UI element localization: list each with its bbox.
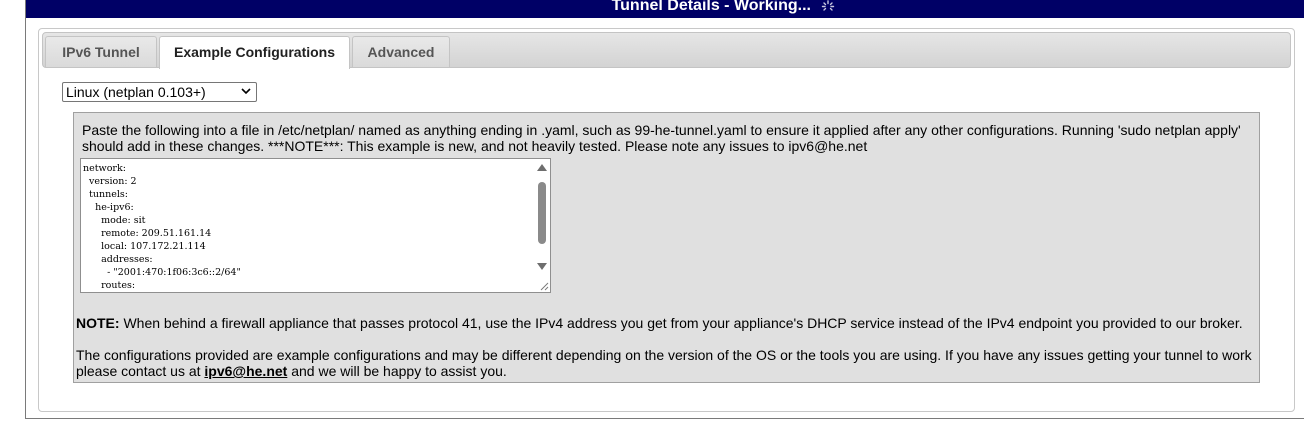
scroll-down-icon[interactable] — [537, 263, 547, 270]
dropdown-arrow-icon — [241, 88, 251, 95]
tab-advanced[interactable]: Advanced — [352, 36, 450, 67]
tunnel-details-panel: Tunnel Details - Working... IPv6 Tunnel … — [25, 0, 1304, 419]
firewall-note: NOTE: When behind a firewall appliance t… — [76, 315, 1256, 331]
scroll-up-icon[interactable] — [537, 164, 547, 171]
config-instructions: Paste the following into a file in /etc/… — [82, 122, 1241, 154]
tabs-container: IPv6 Tunnel Example Configurations Advan… — [38, 28, 1295, 412]
disclaimer-paragraph: The configurations provided are example … — [76, 347, 1256, 379]
scrollbar-thumb[interactable] — [538, 182, 546, 244]
code-scrollbar[interactable] — [533, 159, 550, 290]
os-config-select[interactable]: Linux (netplan 0.103+) — [62, 82, 257, 102]
support-email-link[interactable]: ipv6@he.net — [204, 363, 287, 379]
tab-example-configurations[interactable]: Example Configurations — [159, 36, 350, 69]
config-box: Paste the following into a file in /etc/… — [73, 112, 1260, 383]
tab-bar: IPv6 Tunnel Example Configurations Advan… — [42, 32, 1291, 69]
disclaimer-text-after: and we will be happy to assist you. — [287, 363, 507, 379]
panel-title: Tunnel Details - Working... — [611, 0, 811, 14]
tab-ipv6-tunnel[interactable]: IPv6 Tunnel — [45, 36, 157, 67]
note-label: NOTE: — [76, 315, 120, 331]
panel-titlebar: Tunnel Details - Working... — [26, 0, 1304, 18]
note-text: When behind a firewall appliance that pa… — [119, 315, 1243, 331]
os-config-select-value: Linux (netplan 0.103+) — [66, 84, 206, 100]
loading-spinner-icon — [822, 0, 835, 11]
config-code-textarea[interactable]: network: version: 2 tunnels: he-ipv6: mo… — [80, 158, 551, 293]
resize-grip-icon[interactable] — [539, 281, 549, 291]
config-code-text: network: version: 2 tunnels: he-ipv6: mo… — [83, 163, 241, 291]
